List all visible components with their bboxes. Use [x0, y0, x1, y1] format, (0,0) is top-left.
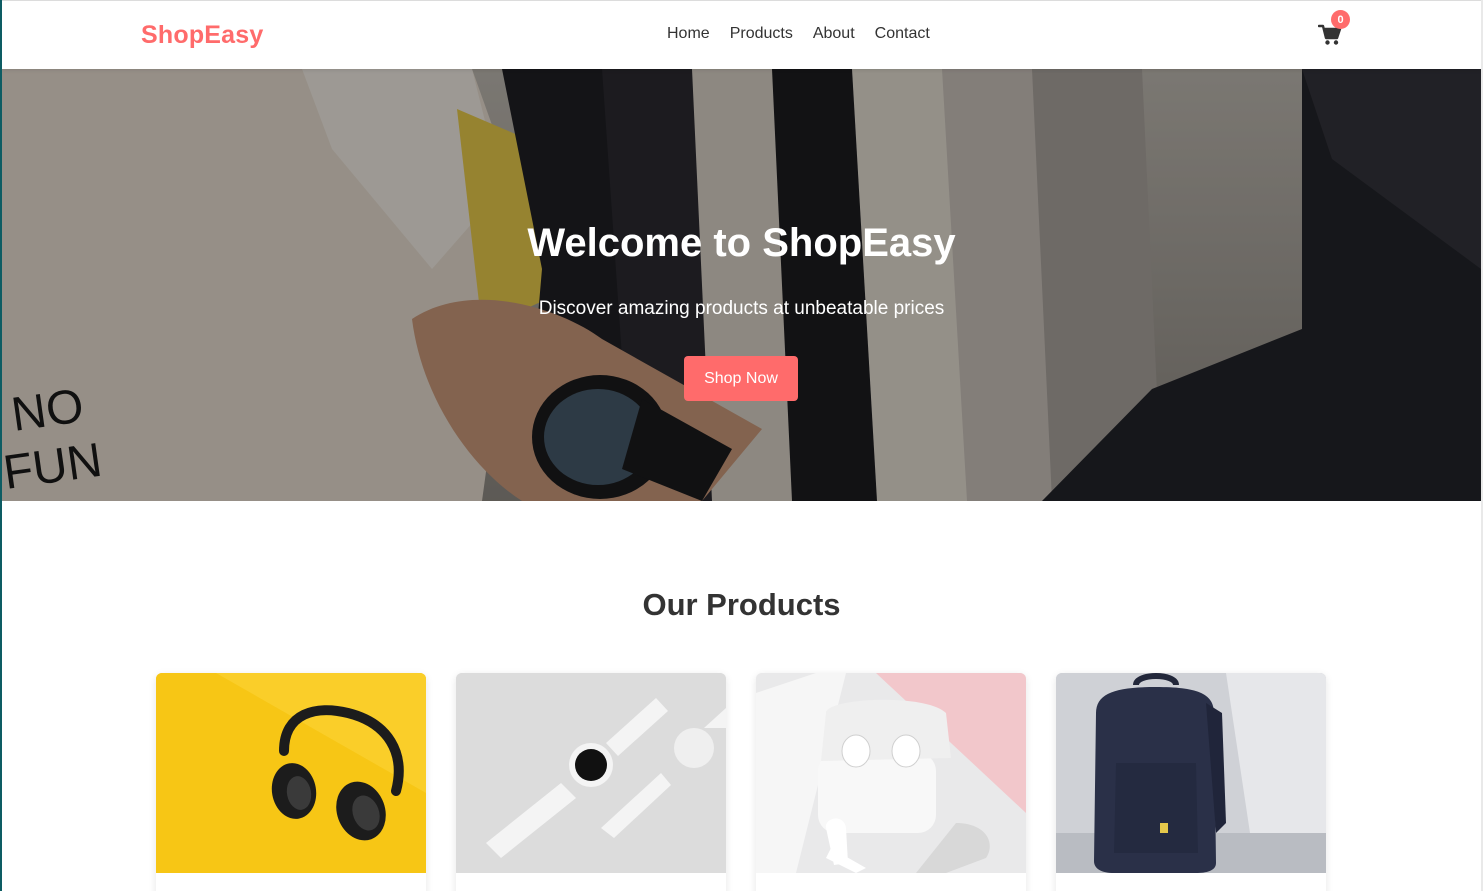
headphones-image — [156, 673, 426, 873]
brand-logo[interactable]: ShopEasy — [141, 21, 263, 50]
shop-now-button[interactable]: Shop Now — [684, 356, 798, 401]
smartwatch-image — [456, 673, 726, 873]
cart-count-badge: 0 — [1331, 10, 1350, 29]
product-card[interactable] — [1056, 673, 1326, 891]
hero-title: Welcome to ShopEasy — [527, 221, 956, 265]
hero-dark-overlay — [2, 69, 1481, 501]
product-card-body — [456, 873, 726, 891]
product-card-body — [756, 873, 1026, 891]
product-card-body — [1056, 873, 1326, 891]
hero-subtitle: Discover amazing products at unbeatable … — [538, 298, 945, 319]
backpack-image — [1056, 673, 1326, 873]
products-heading: Our Products — [642, 587, 841, 622]
window-top-border — [0, 0, 1483, 1]
hero-banner: NO FUN Welcome to ShopEasy Discover amaz… — [2, 69, 1481, 501]
product-card[interactable] — [756, 673, 1026, 891]
nav-link-contact[interactable]: Contact — [875, 25, 930, 43]
main-nav: Home Products About Contact — [667, 25, 930, 43]
nav-link-about[interactable]: About — [813, 25, 855, 43]
product-card-body — [156, 873, 426, 891]
window-left-border — [0, 0, 2, 891]
product-card[interactable] — [156, 673, 426, 891]
nav-link-products[interactable]: Products — [730, 25, 793, 43]
product-card[interactable] — [456, 673, 726, 891]
earbuds-image — [756, 673, 1026, 873]
nav-link-home[interactable]: Home — [667, 25, 710, 43]
site-header: ShopEasy Home Products About Contact — [2, 1, 1481, 69]
